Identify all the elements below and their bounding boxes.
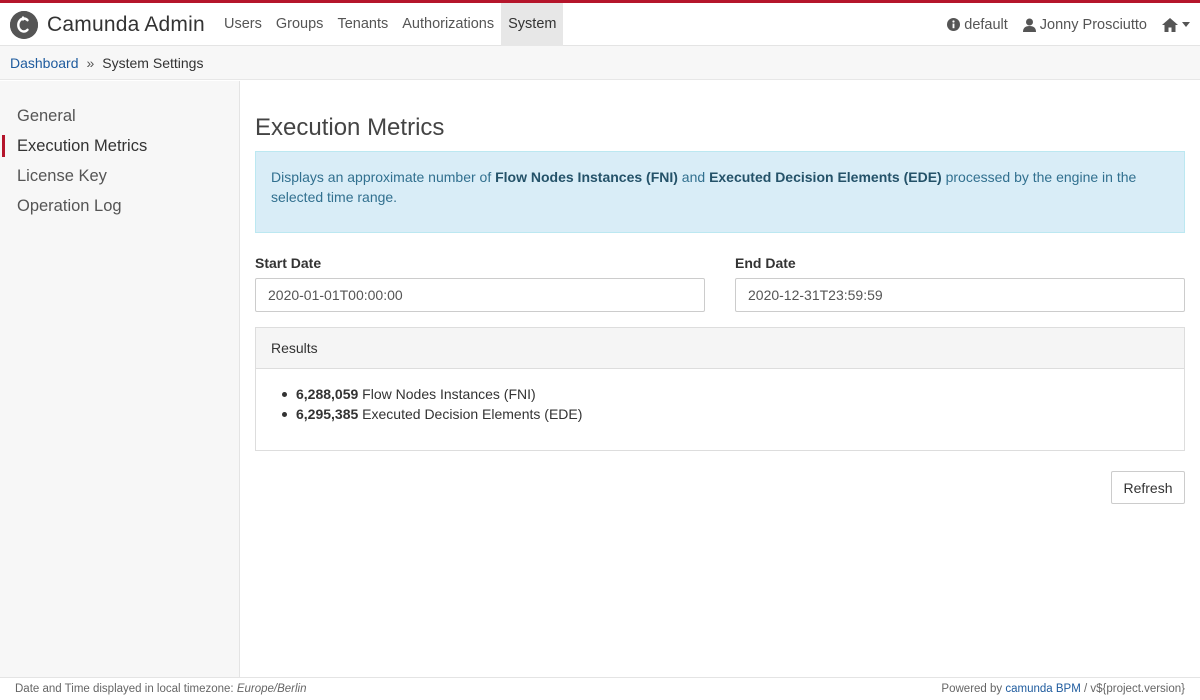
home-menu[interactable] [1162,17,1194,32]
timezone-value: Europe/Berlin [236,683,307,695]
sidebar-item-license-key[interactable]: License Key [0,161,239,191]
info-ede: Executed Decision Elements (EDE) [709,169,942,185]
sidebar-item-operation-log[interactable]: Operation Log [0,191,239,221]
nav-authorizations[interactable]: Authorizations [395,3,501,46]
info-icon [947,18,961,31]
results-panel: Results 6,288,059 Flow Nodes Instances (… [255,327,1185,451]
camunda-bpm-link[interactable]: camunda BPM [1005,683,1080,695]
info-fni: Flow Nodes Instances (FNI) [495,169,678,185]
user-menu[interactable]: Jonny Prosciutto [1022,16,1147,33]
home-icon [1162,17,1178,32]
timezone-note: Date and Time displayed in local timezon… [15,683,307,695]
result-item-ede: 6,295,385 Executed Decision Elements (ED… [282,404,1184,424]
breadcrumb-separator: » [86,54,95,71]
info-and: and [677,169,710,185]
nav-users[interactable]: Users [217,3,269,46]
version-text: / v${project.version} [1080,683,1185,695]
end-date-label: End Date [735,255,796,271]
sidebar-item-execution-metrics[interactable]: Execution Metrics [0,131,239,161]
info-prefix: Displays an approximate number of [271,169,496,185]
engine-selector[interactable]: default [947,17,1008,33]
page-title: Execution Metrics [255,114,445,141]
refresh-button[interactable]: Refresh [1111,471,1185,504]
ede-count: 6,295,385 [296,406,359,422]
start-date-label: Start Date [255,255,322,271]
breadcrumb-dashboard-link[interactable]: Dashboard [10,55,79,71]
nav-tenants[interactable]: Tenants [330,3,395,46]
info-alert: Displays an approximate number of Flow N… [255,151,1185,233]
powered-prefix: Powered by [941,683,1006,695]
ede-label: Executed Decision Elements (EDE) [358,406,583,422]
sidebar: General Execution Metrics License Key Op… [0,81,240,677]
results-list: 6,288,059 Flow Nodes Instances (FNI) 6,2… [256,369,1184,424]
app-title: Camunda Admin [47,13,205,36]
brand[interactable]: Camunda Admin [10,11,205,39]
nav-groups[interactable]: Groups [269,3,331,46]
nav-system[interactable]: System [501,3,564,46]
header-right: default Jonny Prosciutto [932,3,1194,46]
user-icon [1022,18,1036,32]
caret-down-icon [1182,22,1190,27]
result-item-fni: 6,288,059 Flow Nodes Instances (FNI) [282,384,1184,404]
start-date-input[interactable] [255,278,705,312]
breadcrumb: Dashboard » System Settings [0,46,1200,80]
camunda-logo-icon [10,11,38,39]
timezone-prefix: Date and Time displayed in local timezon… [15,683,237,695]
top-navbar: Camunda Admin Users Groups Tenants Autho… [0,0,1200,46]
results-heading: Results [256,328,1184,369]
user-name: Jonny Prosciutto [1039,16,1147,33]
camunda-admin-app: Camunda Admin Users Groups Tenants Autho… [0,0,1200,700]
main-nav: Users Groups Tenants Authorizations Syst… [217,3,564,46]
footer: Date and Time displayed in local timezon… [0,677,1200,700]
powered-by: Powered by camunda BPM / v${project.vers… [941,683,1185,695]
sidebar-item-general[interactable]: General [0,101,239,131]
fni-label: Flow Nodes Instances (FNI) [358,386,536,402]
engine-name: default [964,16,1008,33]
fni-count: 6,288,059 [296,386,359,402]
breadcrumb-current: System Settings [102,54,204,71]
end-date-input[interactable] [735,278,1185,312]
